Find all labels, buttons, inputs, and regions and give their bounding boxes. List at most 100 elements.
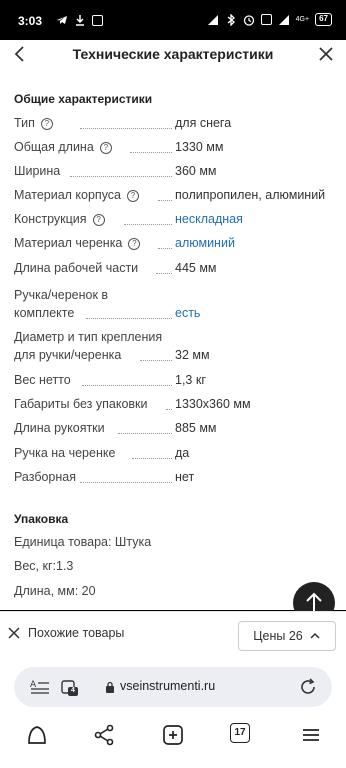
spec-name: Материал корпуса? (14, 186, 172, 204)
status-time: 3:03 (18, 14, 43, 28)
battery-indicator: 67 (315, 13, 332, 26)
dotted-leader (166, 409, 172, 410)
specs-content: Общие характеристики Тип? для снега Обща… (0, 70, 346, 610)
reader-mode-icon[interactable]: A (30, 678, 50, 696)
download-icon (76, 15, 84, 26)
spec-name: Габариты без упаковки (14, 397, 148, 411)
page-title: Технические характеристики (72, 46, 274, 62)
status-left-icons (56, 14, 103, 26)
dotted-leader (80, 128, 172, 129)
dotted-leader (140, 360, 172, 361)
spec-name: Ширина (14, 164, 61, 178)
share-icon[interactable] (92, 723, 116, 747)
spec-value: полипропилен, алюминий (175, 188, 326, 202)
browser-nav-bar: 17 (0, 715, 346, 768)
spec-value: 32 мм (175, 348, 210, 362)
status-right-icons: 4G+ 67 (207, 13, 332, 26)
reload-icon[interactable] (298, 677, 318, 697)
section-title-packaging: Упаковка (14, 512, 69, 526)
spec-name-line: Диаметр и тип крепления (14, 330, 163, 344)
menu-icon[interactable] (299, 723, 323, 747)
similar-products-label: Похожие товары (28, 626, 125, 640)
close-icon[interactable] (314, 42, 338, 66)
spec-name: Ручка/черенок в комплекте (14, 286, 172, 322)
spec-name: Тип? (14, 114, 172, 132)
section-title-general: Общие характеристики (14, 92, 153, 106)
telegram-icon (57, 16, 67, 24)
help-icon[interactable]: ? (99, 142, 112, 154)
spec-value: 1330 мм (175, 140, 224, 154)
page-header: Технические характеристики (0, 40, 346, 70)
network-type: 4G+ (295, 16, 310, 23)
url-text[interactable]: vseinstrumenti.ru (120, 679, 215, 693)
spec-value: 445 мм (175, 261, 217, 275)
spec-value: нет (175, 470, 195, 484)
spec-name: Общая длина? (14, 138, 172, 156)
spec-name: Конструкция? (14, 210, 172, 228)
vk-icon (92, 14, 103, 26)
spec-name-text: Конструкция (14, 212, 87, 226)
url-box[interactable]: A 4 vseinstrumenti.ru (14, 667, 332, 707)
help-icon[interactable]: ? (127, 190, 140, 202)
signal-icon (207, 14, 218, 25)
spec-value: 885 мм (175, 421, 217, 435)
dotted-leader (124, 224, 172, 225)
spec-name: Материал черенка? (14, 234, 172, 252)
spec-value: 1,3 кг (175, 373, 206, 387)
tabs-badge: 4 (71, 687, 75, 694)
spec-value: да (175, 446, 190, 460)
packaging-row: Единица товара: Штука (14, 535, 152, 549)
dotted-leader (156, 273, 172, 274)
spec-value: для снега (175, 116, 232, 130)
dotted-leader (158, 248, 172, 249)
spec-name-text: Материал корпуса (14, 188, 122, 202)
help-icon[interactable]: ? (40, 118, 53, 130)
status-bar: 3:03 4G+ 67 (0, 0, 346, 40)
nfc-icon (260, 14, 272, 25)
spec-name-text: Общая длина (14, 140, 94, 154)
packaging-row: Вес, кг:1.3 (14, 559, 74, 573)
spec-value: 1330х360 мм (175, 397, 251, 411)
lock-icon (106, 681, 114, 693)
spec-name: Длина рабочей части (14, 261, 139, 275)
chevron-up-icon (310, 632, 320, 639)
dotted-leader (118, 433, 172, 434)
cellular-icon (278, 14, 289, 25)
tabs-icon[interactable]: 4 (60, 677, 80, 697)
dotted-leader (130, 152, 172, 153)
prices-label: Цены 26 (253, 629, 303, 643)
spec-name-text: Материал черенка (14, 236, 123, 250)
alice-assistant-icon[interactable] (25, 723, 49, 747)
prices-button[interactable]: Цены 26 (238, 621, 336, 651)
spec-name: Диаметр и тип крепления для ручки/черенка (14, 328, 172, 364)
alarm-icon (243, 14, 254, 26)
tab-count-button[interactable]: 17 (230, 723, 250, 743)
spec-name: Вес нетто (14, 373, 71, 387)
spec-value-link[interactable]: нескладная (175, 210, 243, 228)
spec-name: Длина рукоятки (14, 421, 105, 435)
dotted-leader (82, 385, 172, 386)
spec-value: 360 мм (175, 164, 217, 178)
new-tab-icon[interactable] (161, 723, 185, 747)
spec-name: Разборная (14, 470, 77, 484)
dotted-leader (80, 482, 172, 483)
dotted-leader (132, 458, 172, 459)
similar-products-button[interactable]: Похожие товары (8, 626, 124, 640)
bluetooth-icon (227, 13, 235, 26)
dotted-leader (86, 318, 172, 319)
help-icon[interactable]: ? (128, 238, 141, 250)
spec-value-link[interactable]: алюминий (175, 234, 235, 252)
close-small-icon (8, 627, 20, 639)
spec-name-line: Ручка/черенок в (14, 288, 109, 302)
dotted-leader (70, 176, 172, 177)
spec-name-text: Тип (14, 116, 35, 130)
packaging-row: Длина, мм: 20 (14, 584, 96, 598)
spec-value-link[interactable]: есть (175, 304, 200, 322)
spec-name-line: для ручки/черенка (14, 348, 122, 362)
help-icon[interactable]: ? (92, 214, 105, 226)
dotted-leader (158, 200, 172, 201)
spec-name-line: комплекте (14, 306, 75, 320)
browser-address-bar: A 4 vseinstrumenti.ru (0, 659, 346, 715)
tab-group-icon (61, 680, 78, 696)
spec-name: Ручка на черенке (14, 446, 116, 460)
